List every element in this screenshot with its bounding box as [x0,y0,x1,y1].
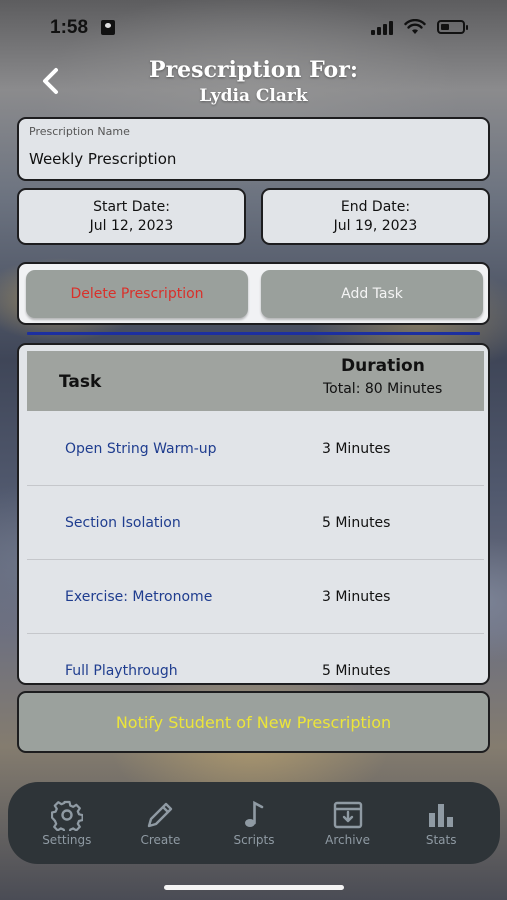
task-duration: 3 Minutes [322,589,391,605]
student-name: Lydia Clark [199,86,308,106]
tab-bar: Settings Create Scripts Archive Stats [8,782,500,864]
tab-create[interactable]: Create [119,782,201,864]
status-time: 1:58 [50,17,89,38]
divider-line [27,332,480,335]
start-date-value[interactable]: Jul 12, 2023 [90,217,174,236]
end-date-field[interactable]: End Date: Jul 19, 2023 [261,188,490,245]
task-duration: 5 Minutes [322,663,391,679]
prescription-name-field[interactable]: Prescription Name Weekly Prescription [17,117,490,181]
status-bar: 1:58 [0,0,507,52]
home-indicator[interactable] [164,885,344,890]
gear-icon [50,799,84,831]
table-row[interactable]: Exercise: Metronome 3 Minutes [27,560,484,634]
tab-settings[interactable]: Settings [26,782,108,864]
pencil-icon [143,799,177,831]
table-row[interactable]: Open String Warm-up 3 Minutes [27,412,484,486]
page-title: Prescription For: [149,57,358,83]
task-column-header: Task [59,372,102,392]
battery-icon [437,20,468,34]
prescription-name-value[interactable]: Weekly Prescription [29,150,176,168]
tab-label: Scripts [233,833,275,847]
end-date-value[interactable]: Jul 19, 2023 [334,217,418,236]
music-note-icon [237,799,271,831]
bar-chart-icon [424,799,458,831]
notify-student-button[interactable]: Notify Student of New Prescription [17,691,490,753]
tab-archive[interactable]: Archive [307,782,389,864]
prescription-name-label: Prescription Name [29,125,130,138]
task-name[interactable]: Exercise: Metronome [65,560,240,634]
actions-panel: Delete Prescription Add Task [17,262,490,325]
duration-column-header: Duration [341,356,425,376]
tab-scripts[interactable]: Scripts [213,782,295,864]
task-duration: 3 Minutes [322,441,391,457]
archive-box-icon [331,799,365,831]
total-duration: Total: 80 Minutes [323,381,443,397]
task-duration: 5 Minutes [322,515,391,531]
table-header: Task Duration Total: 80 Minutes [27,351,484,411]
tab-stats[interactable]: Stats [400,782,482,864]
task-table[interactable]: Task Duration Total: 80 Minutes Open Str… [17,343,490,685]
start-date-label: Start Date: [93,198,170,215]
tab-label: Create [140,833,181,847]
tab-label: Settings [42,833,92,847]
table-row[interactable]: Section Isolation 5 Minutes [27,486,484,560]
start-date-field[interactable]: Start Date: Jul 12, 2023 [17,188,246,245]
table-row[interactable]: Full Playthrough 5 Minutes [27,634,484,683]
task-name[interactable]: Section Isolation [65,486,240,560]
task-name[interactable]: Open String Warm-up [65,412,240,486]
delete-prescription-button[interactable]: Delete Prescription [26,270,248,318]
wifi-icon [404,19,426,34]
task-name[interactable]: Full Playthrough [65,634,240,683]
end-date-label: End Date: [340,198,411,215]
tab-label: Stats [425,833,457,847]
tab-label: Archive [325,833,371,847]
add-task-button[interactable]: Add Task [261,270,483,318]
id-card-icon [101,20,115,35]
cellular-signal-icon [371,21,397,35]
